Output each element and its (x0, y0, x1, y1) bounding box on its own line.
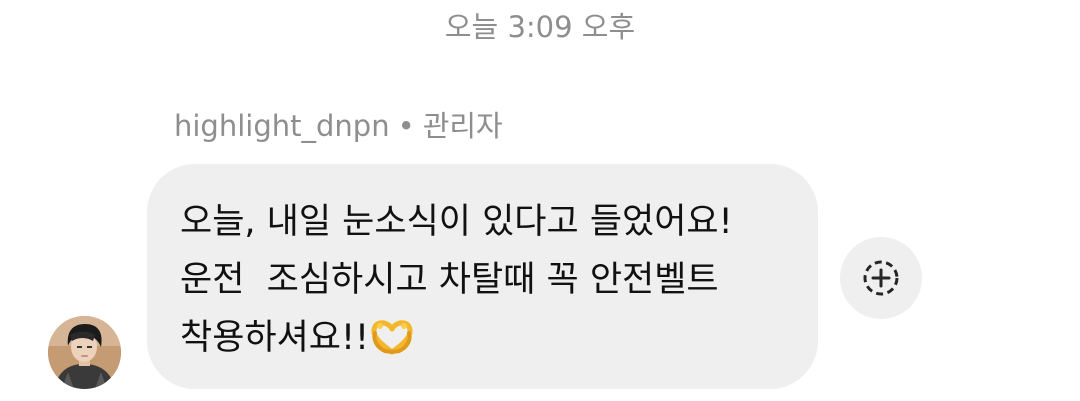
message-line-1: 오늘, 내일 눈소식이 있다고 들었어요! (180, 202, 733, 242)
sender-separator: • (397, 109, 415, 143)
chat-view: 오늘 3:09 오후 highlight_dnpn•관리자 오늘, 내일 눈 (0, 0, 1080, 401)
add-reaction-icon (863, 260, 899, 296)
message-line-3: 착용하셔요!! (180, 309, 798, 373)
heart-hands-icon (371, 320, 413, 355)
sender-username[interactable]: highlight_dnpn (174, 109, 390, 143)
message-bubble[interactable]: 오늘, 내일 눈소식이 있다고 들었어요! 운전 조심하시고 차탈때 꼭 안전벨… (147, 164, 818, 389)
heart-hands-emoji-icon (371, 315, 413, 373)
message-line-3-text: 착용하셔요!! (180, 318, 370, 358)
message-line-2: 운전 조심하시고 차탈때 꼭 안전벨트 (180, 260, 719, 300)
sender-role-badge: 관리자 (422, 109, 503, 143)
message-timestamp: 오늘 3:09 오후 (444, 10, 636, 44)
avatar-image (48, 316, 121, 389)
sender-header: highlight_dnpn • 관리자 (174, 107, 503, 145)
add-reaction-button[interactable] (840, 237, 922, 319)
avatar[interactable] (48, 316, 121, 389)
